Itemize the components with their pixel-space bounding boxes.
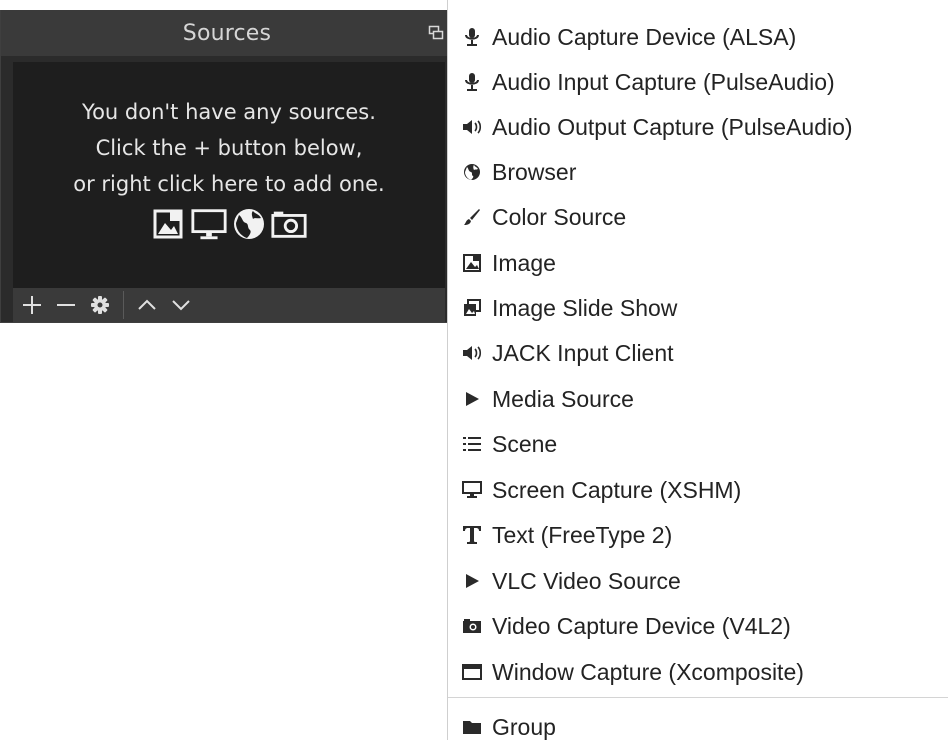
- plus-icon: [23, 296, 41, 314]
- sources-dock: Sources You don't have any sources. Clic…: [0, 10, 454, 323]
- menu-item-label: Audio Output Capture (PulseAudio): [492, 113, 853, 140]
- menu-item-image-slide-show[interactable]: Image Slide Show: [448, 286, 948, 330]
- menu-item-label: Color Source: [492, 203, 627, 230]
- gear-icon: [91, 296, 109, 314]
- image-icon: [150, 205, 188, 243]
- menu-item-color-source[interactable]: Color Source: [448, 195, 948, 239]
- text-icon: [459, 522, 485, 548]
- menu-item-audio-output-capture[interactable]: Audio Output Capture (PulseAudio): [448, 105, 948, 149]
- speaker-icon: [459, 340, 485, 366]
- menu-item-jack-input-client[interactable]: JACK Input Client: [448, 331, 948, 375]
- menu-item-label: Text (FreeType 2): [492, 521, 673, 548]
- add-source-button[interactable]: [15, 288, 49, 322]
- toolbar-divider: [123, 291, 124, 319]
- menu-item-label: Screen Capture (XSHM): [492, 476, 742, 503]
- source-properties-button[interactable]: [83, 288, 117, 322]
- sources-list[interactable]: You don't have any sources. Click the + …: [13, 62, 445, 288]
- menu-item-screen-capture[interactable]: Screen Capture (XSHM): [448, 468, 948, 512]
- sources-toolbar: [13, 288, 445, 322]
- monitor-icon: [459, 477, 485, 503]
- menu-item-audio-input-capture[interactable]: Audio Input Capture (PulseAudio): [448, 60, 948, 104]
- chevron-up-icon: [138, 299, 156, 310]
- microphone-icon: [459, 69, 485, 95]
- menu-item-group[interactable]: Group: [448, 705, 948, 740]
- brush-icon: [459, 204, 485, 230]
- menu-item-label: Window Capture (Xcomposite): [492, 658, 804, 685]
- empty-sources-message: You don't have any sources. Click the + …: [13, 94, 445, 202]
- menu-item-window-capture[interactable]: Window Capture (Xcomposite): [448, 650, 948, 694]
- placeholder-icons: [13, 204, 445, 244]
- screen: Sources You don't have any sources. Clic…: [0, 0, 948, 740]
- image-icon: [459, 250, 485, 276]
- add-source-menu: Audio Capture Device (ALSA) Audio Input …: [447, 0, 948, 740]
- move-source-up-button[interactable]: [130, 288, 164, 322]
- menu-item-label: Scene: [492, 430, 558, 457]
- float-window-icon: [428, 25, 444, 40]
- menu-item-scene[interactable]: Scene: [448, 422, 948, 466]
- menu-item-label: Group: [492, 713, 556, 740]
- camera-icon: [270, 205, 308, 243]
- menu-item-vlc-video-source[interactable]: VLC Video Source: [448, 559, 948, 603]
- empty-message-line: or right click here to add one.: [73, 172, 385, 196]
- move-source-down-button[interactable]: [164, 288, 198, 322]
- menu-item-label: Video Capture Device (V4L2): [492, 612, 791, 639]
- speaker-icon: [459, 114, 485, 140]
- menu-item-media-source[interactable]: Media Source: [448, 377, 948, 421]
- menu-item-browser[interactable]: Browser: [448, 150, 948, 194]
- camera-icon: [459, 613, 485, 639]
- empty-message-line: You don't have any sources.: [82, 100, 376, 124]
- menu-item-text-freetype[interactable]: Text (FreeType 2): [448, 513, 948, 557]
- empty-message-line: Click the + button below,: [95, 136, 363, 160]
- remove-source-button[interactable]: [49, 288, 83, 322]
- menu-item-label: Audio Capture Device (ALSA): [492, 23, 797, 50]
- menu-item-label: VLC Video Source: [492, 567, 681, 594]
- window-icon: [459, 659, 485, 685]
- undock-button[interactable]: [425, 22, 447, 44]
- menu-item-label: Media Source: [492, 385, 634, 412]
- dock-title: Sources: [182, 20, 272, 46]
- menu-item-image[interactable]: Image: [448, 241, 948, 285]
- dock-titlebar: Sources: [1, 10, 453, 56]
- globe-icon: [459, 159, 485, 185]
- play-icon: [459, 386, 485, 412]
- menu-item-label: Browser: [492, 158, 577, 185]
- globe-icon: [230, 205, 268, 243]
- monitor-icon: [190, 205, 228, 243]
- menu-item-audio-capture-device[interactable]: Audio Capture Device (ALSA): [448, 15, 948, 59]
- menu-item-label: Image: [492, 249, 556, 276]
- list-icon: [459, 431, 485, 457]
- folder-icon: [459, 714, 485, 740]
- menu-item-video-capture-device[interactable]: Video Capture Device (V4L2): [448, 604, 948, 648]
- menu-item-label: Audio Input Capture (PulseAudio): [492, 68, 835, 95]
- play-icon: [459, 568, 485, 594]
- slideshow-icon: [459, 295, 485, 321]
- microphone-icon: [459, 24, 485, 50]
- chevron-down-icon: [172, 300, 190, 311]
- menu-item-label: JACK Input Client: [492, 339, 674, 366]
- menu-item-label: Image Slide Show: [492, 294, 678, 321]
- menu-separator: [448, 697, 948, 698]
- minus-icon: [57, 304, 75, 306]
